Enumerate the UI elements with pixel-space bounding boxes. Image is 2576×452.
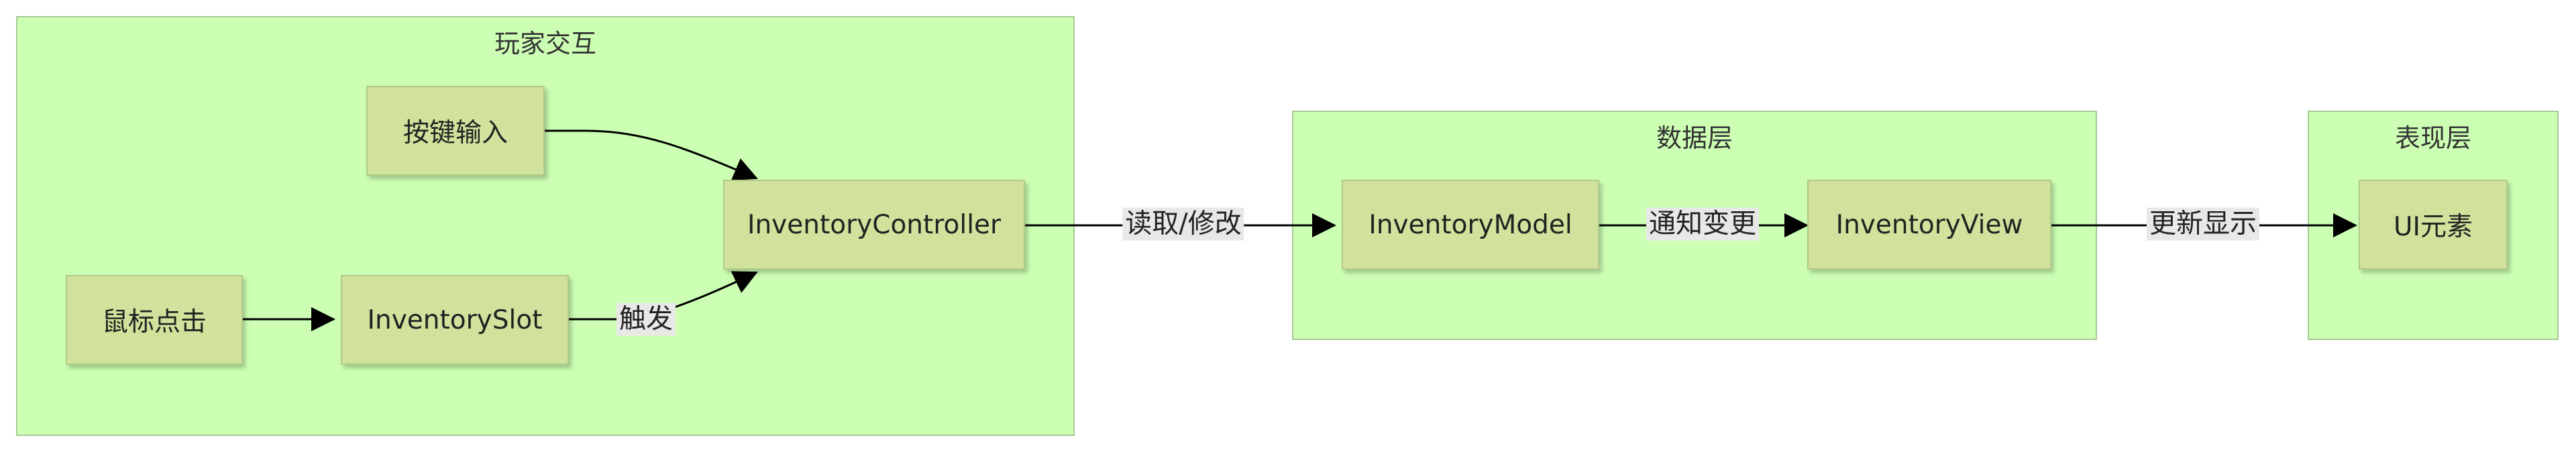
node-key-input: 按键输入 <box>366 86 545 176</box>
edge-label-update-display: 更新显示 <box>2147 207 2259 241</box>
node-inventory-model: InventoryModel <box>1342 180 1599 270</box>
node-ui-element: UI元素 <box>2359 180 2508 270</box>
node-inventory-model-label: InventoryModel <box>1368 209 1572 240</box>
node-inventory-slot: InventorySlot <box>341 275 569 365</box>
node-inventory-view: InventoryView <box>1807 180 2051 270</box>
node-inventory-slot-label: InventorySlot <box>367 304 543 335</box>
edge-label-read-modify: 读取/修改 <box>1122 207 1244 241</box>
node-inventory-controller-label: InventoryController <box>747 209 1002 240</box>
node-ui-element-label: UI元素 <box>2393 212 2473 242</box>
edge-key-input-to-controller <box>545 129 758 181</box>
node-key-input-label: 按键输入 <box>402 118 508 148</box>
flowchart-diagram: 玩家交互 数据层 表现层 按键输入 鼠标点击 InventorySlot Inv… <box>0 0 2576 452</box>
edge-label-notify-change: 通知变更 <box>1646 207 1759 241</box>
node-mouse-click: 鼠标点击 <box>66 275 243 365</box>
node-inventory-controller: InventoryController <box>723 180 1025 270</box>
node-inventory-view-label: InventoryView <box>1835 209 2023 240</box>
node-mouse-click-label: 鼠标点击 <box>101 307 207 337</box>
edge-label-trigger: 触发 <box>616 302 676 336</box>
